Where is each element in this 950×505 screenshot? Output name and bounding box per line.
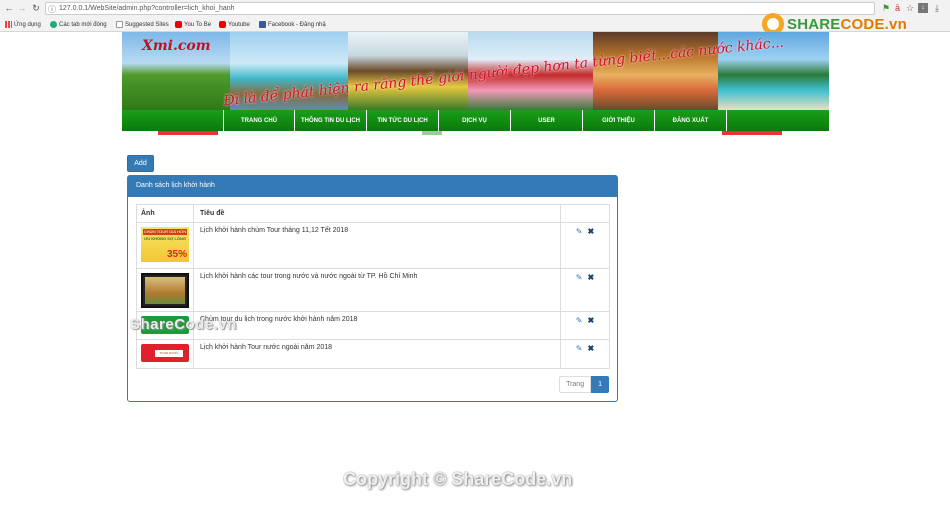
row-title: Lịch khởi hành các tour trong nước và nư… xyxy=(194,269,561,311)
thumb-photo xyxy=(141,273,189,308)
bookmark-you-to-be[interactable]: You To Be xyxy=(175,19,211,30)
delete-icon[interactable]: ✖ xyxy=(588,273,595,307)
reload-icon[interactable]: ↻ xyxy=(31,3,41,13)
back-icon[interactable]: ← xyxy=(4,3,14,13)
site-banner: Xmi.com Đi là để phát hiện ra rằng thế g… xyxy=(122,32,829,110)
bookmark-recent-tabs[interactable]: Các tab mới đóng xyxy=(50,19,107,30)
bookmark-youtube[interactable]: Youtube xyxy=(219,19,250,30)
menu-home[interactable]: TRANG CHỦ xyxy=(223,110,295,131)
edit-icon[interactable]: ✎ xyxy=(576,316,583,335)
menu-travel-info[interactable]: THÔNG TIN DU LỊCH xyxy=(295,110,367,131)
forward-icon[interactable]: → xyxy=(17,3,27,13)
banner-bottom-strip xyxy=(122,131,829,135)
header-title: Tiêu đề xyxy=(194,205,561,222)
schedule-table: Ảnh Tiêu đề CHÙM TOUR GIÁ HỜN ƯU KHÔNG S… xyxy=(136,204,610,369)
row-actions: ✎ ✖ xyxy=(561,340,609,368)
row-actions: ✎ ✖ xyxy=(561,223,609,268)
youtube-icon xyxy=(175,21,182,28)
recent-tabs-icon xyxy=(50,21,57,28)
watermark-footer: Copyright © ShareCode.vn xyxy=(343,469,573,489)
header-image: Ảnh xyxy=(137,205,194,222)
row-thumb-cell: TOUR NƯỚC NGOÀI xyxy=(137,340,194,368)
bookmark-star-icon[interactable]: ☆ xyxy=(906,3,914,14)
thumb-promo: CHÙM TOUR GIÁ HỜN ƯU KHÔNG SỢ LỖNG 35% xyxy=(141,227,189,262)
logo-code: CODE.vn xyxy=(840,15,907,33)
row-thumb-cell: CHÙM TOUR GIÁ HỜN ƯU KHÔNG SỢ LỖNG 35% xyxy=(137,223,194,268)
url-text[interactable]: 127.0.0.1/WebSite/admin.php?controller=l… xyxy=(59,5,235,12)
youtube-icon xyxy=(219,21,226,28)
add-button[interactable]: Add xyxy=(127,155,154,172)
main-menu: TRANG CHỦ THÔNG TIN DU LỊCH TIN TỨC DU L… xyxy=(122,110,829,131)
row-title: Lịch khởi hành chùm Tour tháng 11,12 Tết… xyxy=(194,223,561,268)
bookmark-facebook[interactable]: Facebook - Đăng nhậ xyxy=(259,19,326,30)
table-row: CHÙM TOUR GIÁ HỜN ƯU KHÔNG SỢ LỖNG 35% L… xyxy=(137,223,609,269)
delete-icon[interactable]: ✖ xyxy=(588,227,595,264)
table-row: Lịch khởi hành các tour trong nước và nư… xyxy=(137,269,609,312)
menu-travel-news[interactable]: TIN TỨC DU LỊCH xyxy=(367,110,439,131)
pagination: Trang 1 xyxy=(559,376,609,393)
menu-user[interactable]: USER xyxy=(511,110,583,131)
edit-icon[interactable]: ✎ xyxy=(576,273,583,307)
bookmark-suggested-sites[interactable]: Suggested Sites xyxy=(116,19,169,30)
menu-logout[interactable]: ĐĂNG XUẤT xyxy=(655,110,727,131)
downloads-arrow-icon[interactable]: ⤓ xyxy=(935,3,939,14)
address-bar[interactable]: ⓘ 127.0.0.1/WebSite/admin.php?controller… xyxy=(45,2,875,15)
pagination-label: Trang xyxy=(559,376,592,393)
edit-icon[interactable]: ✎ xyxy=(576,344,583,364)
page-icon xyxy=(116,21,123,28)
row-actions: ✎ ✖ xyxy=(561,312,609,339)
header-actions xyxy=(561,205,609,222)
thumb-red: TOUR NƯỚC NGOÀI xyxy=(141,344,189,362)
row-thumb-cell xyxy=(137,269,194,311)
delete-icon[interactable]: ✖ xyxy=(588,316,595,335)
menu-about[interactable]: GIỚI THIỆU xyxy=(583,110,655,131)
bookmark-apps[interactable]: Ứng dụng xyxy=(5,19,41,30)
banner-logo: Xmi.com xyxy=(142,38,211,54)
schedule-panel: Danh sách lịch khởi hành Ảnh Tiêu đề CHÙ… xyxy=(127,175,618,402)
row-actions: ✎ ✖ xyxy=(561,269,609,311)
table-header: Ảnh Tiêu đề xyxy=(137,205,609,223)
translate-icon[interactable]: ā xyxy=(895,3,900,13)
table-row: TOUR NƯỚC NGOÀI Lịch khởi hành Tour nước… xyxy=(137,340,609,368)
edit-icon[interactable]: ✎ xyxy=(576,227,583,264)
panel-title: Danh sách lịch khởi hành xyxy=(128,176,617,197)
logo-share: SHARE xyxy=(787,15,841,33)
page-1-button[interactable]: 1 xyxy=(591,376,609,393)
row-title: Chùm tour du lịch trong nước khởi hành n… xyxy=(194,312,561,339)
row-title: Lịch khởi hành Tour nước ngoài năm 2018 xyxy=(194,340,561,368)
watermark-inline: ShareCode.vn xyxy=(130,316,237,333)
download-icon[interactable]: ↓ xyxy=(918,3,928,13)
page-info-icon[interactable]: ⓘ xyxy=(48,4,56,15)
delete-icon[interactable]: ✖ xyxy=(588,344,595,364)
menu-services[interactable]: DỊCH VỤ xyxy=(439,110,511,131)
apps-grid-icon xyxy=(5,21,12,28)
facebook-icon xyxy=(259,21,266,28)
